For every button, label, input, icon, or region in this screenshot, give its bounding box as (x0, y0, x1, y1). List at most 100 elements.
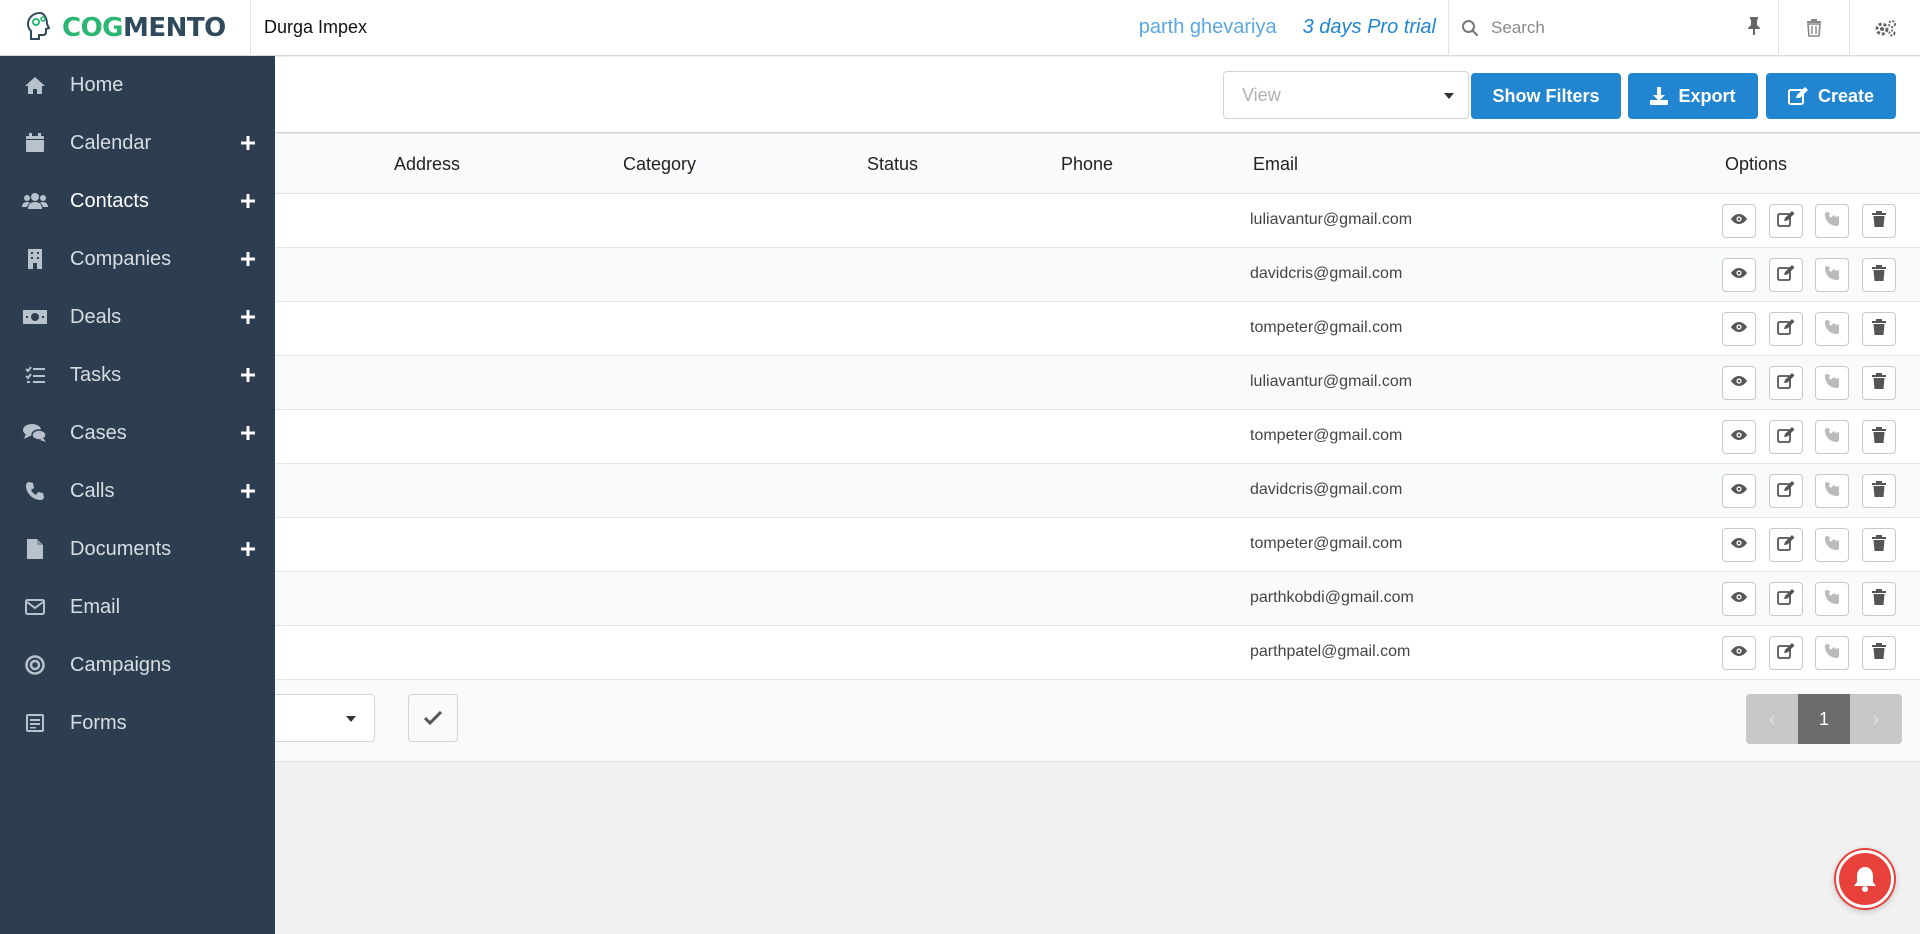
user-name[interactable]: parth ghevariya (1139, 16, 1277, 39)
sidebar-item-calls[interactable]: Calls (0, 462, 275, 520)
sidebar-item-deals[interactable]: Deals (0, 288, 275, 346)
next-page-button[interactable]: › (1850, 694, 1902, 744)
table-row[interactable]: parthpatel@gmail.com (275, 626, 1920, 680)
view-button[interactable] (1722, 636, 1756, 670)
delete-button[interactable] (1862, 204, 1896, 238)
eye-icon (1730, 266, 1748, 284)
edit-button[interactable] (1769, 420, 1803, 454)
add-deal-icon[interactable] (237, 306, 259, 328)
settings-button[interactable] (1849, 0, 1920, 56)
view-button[interactable] (1722, 528, 1756, 562)
apply-button[interactable] (408, 694, 458, 742)
view-button[interactable] (1722, 312, 1756, 346)
column-header-status[interactable]: Status (867, 154, 918, 175)
table-row[interactable]: davidcris@gmail.com (275, 248, 1920, 302)
previous-page-button[interactable]: ‹ (1746, 694, 1798, 744)
view-button[interactable] (1722, 474, 1756, 508)
file-icon (0, 539, 70, 559)
call-button[interactable] (1815, 204, 1849, 238)
delete-button[interactable] (1862, 636, 1896, 670)
edit-button[interactable] (1769, 636, 1803, 670)
phone-icon (1824, 427, 1840, 448)
sidebar-item-contacts[interactable]: Contacts (0, 172, 275, 230)
phone-icon (1824, 211, 1840, 232)
add-document-icon[interactable] (237, 538, 259, 560)
export-button[interactable]: Export (1628, 73, 1758, 119)
sidebar-item-cases[interactable]: Cases (0, 404, 275, 462)
sidebar-item-email[interactable]: Email (0, 578, 275, 636)
edit-button[interactable] (1769, 366, 1803, 400)
table-row[interactable]: tompeter@gmail.com (275, 410, 1920, 464)
sidebar-item-label: Deals (70, 305, 122, 328)
export-label: Export (1678, 85, 1736, 106)
eye-icon (1730, 482, 1748, 500)
edit-button[interactable] (1769, 204, 1803, 238)
pin-icon[interactable] (1746, 16, 1762, 41)
edit-button[interactable] (1769, 312, 1803, 346)
call-button[interactable] (1815, 420, 1849, 454)
add-company-icon[interactable] (237, 248, 259, 270)
add-case-icon[interactable] (237, 422, 259, 444)
edit-button[interactable] (1769, 258, 1803, 292)
sidebar-item-forms[interactable]: Forms (0, 694, 275, 752)
view-button[interactable] (1722, 582, 1756, 616)
add-calendar-icon[interactable] (237, 132, 259, 154)
add-call-icon[interactable] (237, 480, 259, 502)
delete-button[interactable] (1862, 312, 1896, 346)
calendar-icon (0, 133, 70, 153)
column-header-address[interactable]: Address (394, 154, 460, 175)
create-button[interactable]: Create (1766, 73, 1896, 119)
table-row[interactable]: luliavantur@gmail.com (275, 194, 1920, 248)
delete-button[interactable] (1862, 528, 1896, 562)
delete-button[interactable] (1862, 366, 1896, 400)
delete-button[interactable] (1862, 258, 1896, 292)
cogmento-logo[interactable]: COGMENTO (0, 0, 251, 56)
table-row[interactable]: tompeter@gmail.com (275, 518, 1920, 572)
eye-icon (1730, 320, 1748, 338)
call-button[interactable] (1815, 582, 1849, 616)
call-button[interactable] (1815, 258, 1849, 292)
add-contact-icon[interactable] (237, 190, 259, 212)
call-button[interactable] (1815, 528, 1849, 562)
sidebar-item-campaigns[interactable]: Campaigns (0, 636, 275, 694)
delete-button[interactable] (1862, 474, 1896, 508)
sidebar-item-tasks[interactable]: Tasks (0, 346, 275, 404)
sidebar-item-home[interactable]: Home (0, 56, 275, 114)
edit-button[interactable] (1769, 582, 1803, 616)
eye-icon (1730, 590, 1748, 608)
search-input[interactable] (1491, 17, 1741, 38)
call-button[interactable] (1815, 366, 1849, 400)
table-row[interactable]: davidcris@gmail.com (275, 464, 1920, 518)
sidebar-item-companies[interactable]: Companies (0, 230, 275, 288)
sidebar-item-calendar[interactable]: Calendar (0, 114, 275, 172)
column-header-email[interactable]: Email (1253, 154, 1298, 175)
notifications-button[interactable] (1836, 850, 1894, 908)
trash-button[interactable] (1778, 0, 1849, 56)
table-row[interactable]: tompeter@gmail.com (275, 302, 1920, 356)
call-button[interactable] (1815, 474, 1849, 508)
delete-button[interactable] (1862, 582, 1896, 616)
call-button[interactable] (1815, 636, 1849, 670)
eye-icon (1730, 374, 1748, 392)
delete-button[interactable] (1862, 420, 1896, 454)
sidebar-item-documents[interactable]: Documents (0, 520, 275, 578)
column-header-category[interactable]: Category (623, 154, 696, 175)
bulk-action-dropdown[interactable] (275, 694, 375, 742)
edit-button[interactable] (1769, 528, 1803, 562)
view-button[interactable] (1722, 366, 1756, 400)
view-button[interactable] (1722, 204, 1756, 238)
tasks-icon (0, 366, 70, 384)
column-header-phone[interactable]: Phone (1061, 154, 1113, 175)
view-button[interactable] (1722, 420, 1756, 454)
edit-button[interactable] (1769, 474, 1803, 508)
add-task-icon[interactable] (237, 364, 259, 386)
table-row[interactable]: luliavantur@gmail.com (275, 356, 1920, 410)
view-dropdown[interactable]: View (1223, 71, 1469, 119)
table-row[interactable]: parthkobdi@gmail.com (275, 572, 1920, 626)
edit-icon (1777, 264, 1795, 286)
current-page-button[interactable]: 1 (1798, 694, 1850, 744)
trial-badge[interactable]: 3 days Pro trial (1303, 16, 1436, 39)
call-button[interactable] (1815, 312, 1849, 346)
show-filters-button[interactable]: Show Filters (1471, 73, 1621, 119)
view-button[interactable] (1722, 258, 1756, 292)
